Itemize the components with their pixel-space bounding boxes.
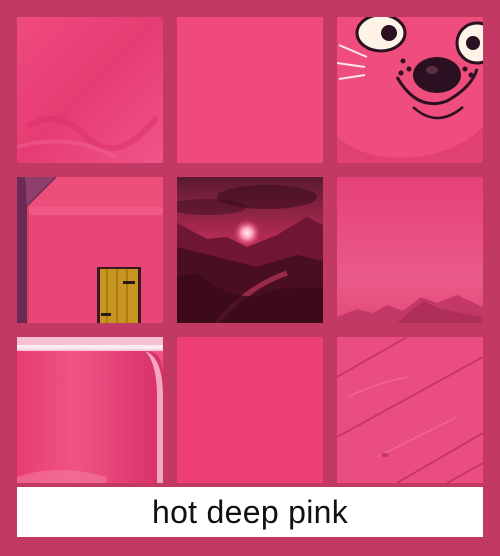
fabric-swatch-image (17, 17, 163, 163)
caption-text: hot deep pink (151, 493, 349, 530)
mountains-icon (337, 177, 483, 323)
fabric-swatch-tile (17, 17, 163, 163)
cartoon-cat-tile (337, 17, 483, 163)
flat-swatch-tile (177, 17, 323, 163)
pink-sunset-valley-tile (177, 177, 323, 323)
wood-planks-tile (337, 337, 483, 483)
glossy-cup-tile (17, 337, 163, 483)
cat-face-icon (337, 17, 483, 163)
wood-icon (337, 337, 483, 483)
sunset-mountains-icon (177, 177, 323, 323)
house-with-door-icon (17, 177, 163, 323)
plain-swatch-tile (177, 337, 323, 483)
misty-mountains-tile (337, 177, 483, 323)
pink-house-tile (17, 177, 163, 323)
caption-bar: hot deep pink (17, 487, 483, 537)
cup-icon (17, 337, 163, 483)
